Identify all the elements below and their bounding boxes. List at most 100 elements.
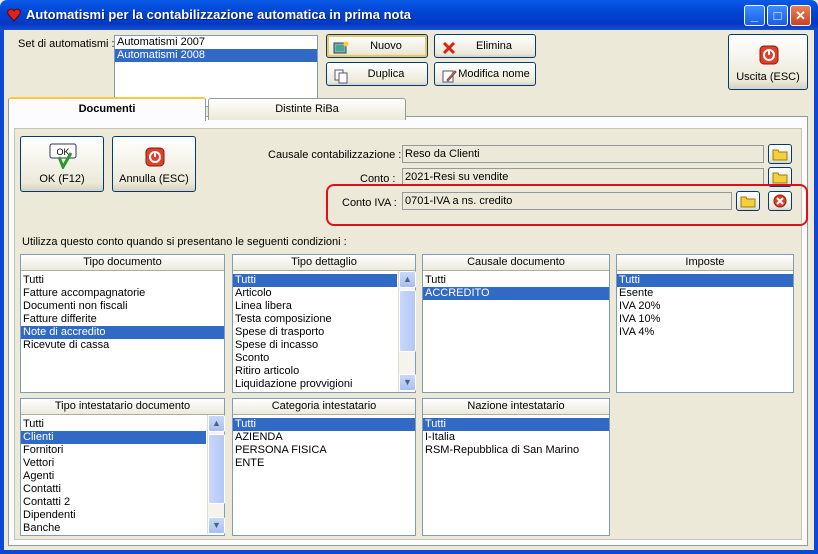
list-item[interactable]: Tutti xyxy=(423,274,609,287)
list-item[interactable]: Liquidazione provvigioni xyxy=(233,378,397,391)
duplica-label: Duplica xyxy=(367,68,405,80)
app-heart-icon xyxy=(7,8,21,22)
causale-documento-group: Causale documento Tutti ACCREDITO xyxy=(422,254,610,393)
list-item-selected[interactable]: Tutti xyxy=(617,274,793,287)
elimina-button[interactable]: Elimina xyxy=(434,34,536,58)
list-item[interactable]: Vettori xyxy=(21,457,206,470)
list-item[interactable]: AZIENDA xyxy=(233,431,415,444)
ok-button[interactable]: OK OK (F12) xyxy=(20,136,104,192)
vertical-scrollbar[interactable]: ▲ ▼ xyxy=(207,415,225,534)
scroll-thumb[interactable] xyxy=(399,290,416,352)
list-item[interactable]: Esente xyxy=(617,287,793,300)
list-item[interactable]: Ricevute di cassa xyxy=(21,339,224,352)
list-item[interactable]: Contatti xyxy=(21,483,206,496)
group-header: Nazione intestatario xyxy=(423,399,609,415)
group-header: Tipo intestatario documento xyxy=(21,399,224,415)
window-title: Automatismi per la contabilizzazione aut… xyxy=(26,7,412,22)
list-item[interactable]: Documenti non fiscali xyxy=(21,300,224,313)
cancel-power-icon xyxy=(145,147,165,167)
group-header: Tipo documento xyxy=(21,255,224,271)
tipo-intestatario-group: Tipo intestatario documento Tutti Client… xyxy=(20,398,225,536)
uscita-label: Uscita (ESC) xyxy=(736,71,800,83)
group-header: Causale documento xyxy=(423,255,609,271)
ok-label: OK (F12) xyxy=(39,173,85,185)
conto-iva-highlight xyxy=(326,184,808,226)
maximize-button[interactable]: □ xyxy=(767,5,788,26)
new-record-icon xyxy=(333,41,349,54)
list-item-selected[interactable]: Clienti xyxy=(21,431,206,444)
nazione-intestatario-group: Nazione intestatario Tutti I-Italia RSM-… xyxy=(422,398,610,536)
ok-icon-text: OK xyxy=(56,147,69,157)
group-header: Tipo dettaglio xyxy=(233,255,415,271)
uscita-button[interactable]: Uscita (ESC) xyxy=(728,34,808,90)
tab-distinte-riba[interactable]: Distinte RiBa xyxy=(208,98,406,120)
causale-field[interactable]: Reso da Clienti xyxy=(402,145,764,163)
tab-documenti[interactable]: Documenti xyxy=(8,97,206,121)
list-item[interactable]: Linea libera xyxy=(233,300,397,313)
list-item[interactable]: Dipendenti xyxy=(21,509,206,522)
set-item[interactable]: Automatismi 2007 xyxy=(115,36,317,49)
tipo-dettaglio-group: Tipo dettaglio Tutti Articolo Linea libe… xyxy=(232,254,416,393)
list-item-selected[interactable]: Note di accredito xyxy=(21,326,224,339)
list-item[interactable]: Ritiro articolo xyxy=(233,365,397,378)
list-item[interactable]: Spese di incasso xyxy=(233,339,397,352)
annulla-button[interactable]: Annulla (ESC) xyxy=(112,136,196,192)
list-item[interactable]: Fatture differite xyxy=(21,313,224,326)
causale-label: Causale contabilizzazione : xyxy=(268,149,402,161)
conditions-label: Utilizza questo conto quando si presenta… xyxy=(22,236,347,248)
list-item[interactable]: Articolo xyxy=(233,287,397,300)
duplicate-icon xyxy=(334,69,348,84)
edit-pencil-icon xyxy=(442,70,457,83)
window-frame-right xyxy=(814,30,818,554)
scroll-up-arrow-icon[interactable]: ▲ xyxy=(208,415,225,432)
folder-icon xyxy=(772,149,788,161)
modifica-nome-button[interactable]: Modifica nome xyxy=(434,62,536,86)
vertical-scrollbar[interactable]: ▲ ▼ xyxy=(398,271,416,391)
set-item-selected[interactable]: Automatismi 2008 xyxy=(115,49,317,62)
causale-browse-button[interactable] xyxy=(768,144,792,164)
list-item[interactable]: I-Italia xyxy=(423,431,609,444)
scroll-up-arrow-icon[interactable]: ▲ xyxy=(399,271,416,288)
list-item[interactable]: Tutti xyxy=(21,274,224,287)
scroll-down-arrow-icon[interactable]: ▼ xyxy=(399,374,416,391)
elimina-label: Elimina xyxy=(475,40,513,52)
group-header: Imposte xyxy=(617,255,793,271)
list-item[interactable]: Tutti xyxy=(21,418,206,431)
list-item-selected[interactable]: Tutti xyxy=(233,274,397,287)
list-item[interactable]: RSM-Repubblica di San Marino xyxy=(423,444,609,457)
list-item[interactable]: Fornitori xyxy=(21,444,206,457)
group-header: Categoria intestatario xyxy=(233,399,415,415)
delete-x-icon xyxy=(442,41,456,55)
list-item[interactable]: Fatture accompagnatorie xyxy=(21,287,224,300)
list-item-selected[interactable]: Tutti xyxy=(233,418,415,431)
list-item[interactable]: Agenti xyxy=(21,470,206,483)
tipo-documento-group: Tipo documento Tutti Fatture accompagnat… xyxy=(20,254,225,393)
list-item[interactable]: Banche xyxy=(21,522,206,535)
imposte-group: Imposte Tutti Esente IVA 20% IVA 10% IVA… xyxy=(616,254,794,393)
list-item-selected[interactable]: Tutti xyxy=(423,418,609,431)
scroll-thumb[interactable] xyxy=(208,434,225,504)
list-item[interactable]: Sconto xyxy=(233,352,397,365)
window-frame-bottom xyxy=(0,550,818,554)
list-item[interactable]: IVA 4% xyxy=(617,326,793,339)
window-frame-left xyxy=(0,30,4,554)
list-item[interactable]: ENTE xyxy=(233,457,415,470)
close-button[interactable]: ✕ xyxy=(790,5,811,26)
list-item[interactable]: Contatti 2 xyxy=(21,496,206,509)
list-item[interactable]: IVA 10% xyxy=(617,313,793,326)
list-item-selected[interactable]: ACCREDITO xyxy=(423,287,609,300)
set-label: Set di automatismi : xyxy=(18,38,115,50)
list-item[interactable]: PERSONA FISICA xyxy=(233,444,415,457)
nuovo-button[interactable]: Nuovo xyxy=(326,34,428,58)
list-item[interactable]: Testa composizione xyxy=(233,313,397,326)
nuovo-label: Nuovo xyxy=(370,40,402,52)
categoria-intestatario-group: Categoria intestatario Tutti AZIENDA PER… xyxy=(232,398,416,536)
folder-icon xyxy=(772,172,788,184)
list-item[interactable]: IVA 20% xyxy=(617,300,793,313)
duplica-button[interactable]: Duplica xyxy=(326,62,428,86)
minimize-button[interactable]: _ xyxy=(744,5,765,26)
scroll-down-arrow-icon[interactable]: ▼ xyxy=(208,517,225,534)
exit-power-icon xyxy=(759,45,779,65)
list-item[interactable]: Spese di trasporto xyxy=(233,326,397,339)
ok-check-icon: OK xyxy=(49,143,77,169)
